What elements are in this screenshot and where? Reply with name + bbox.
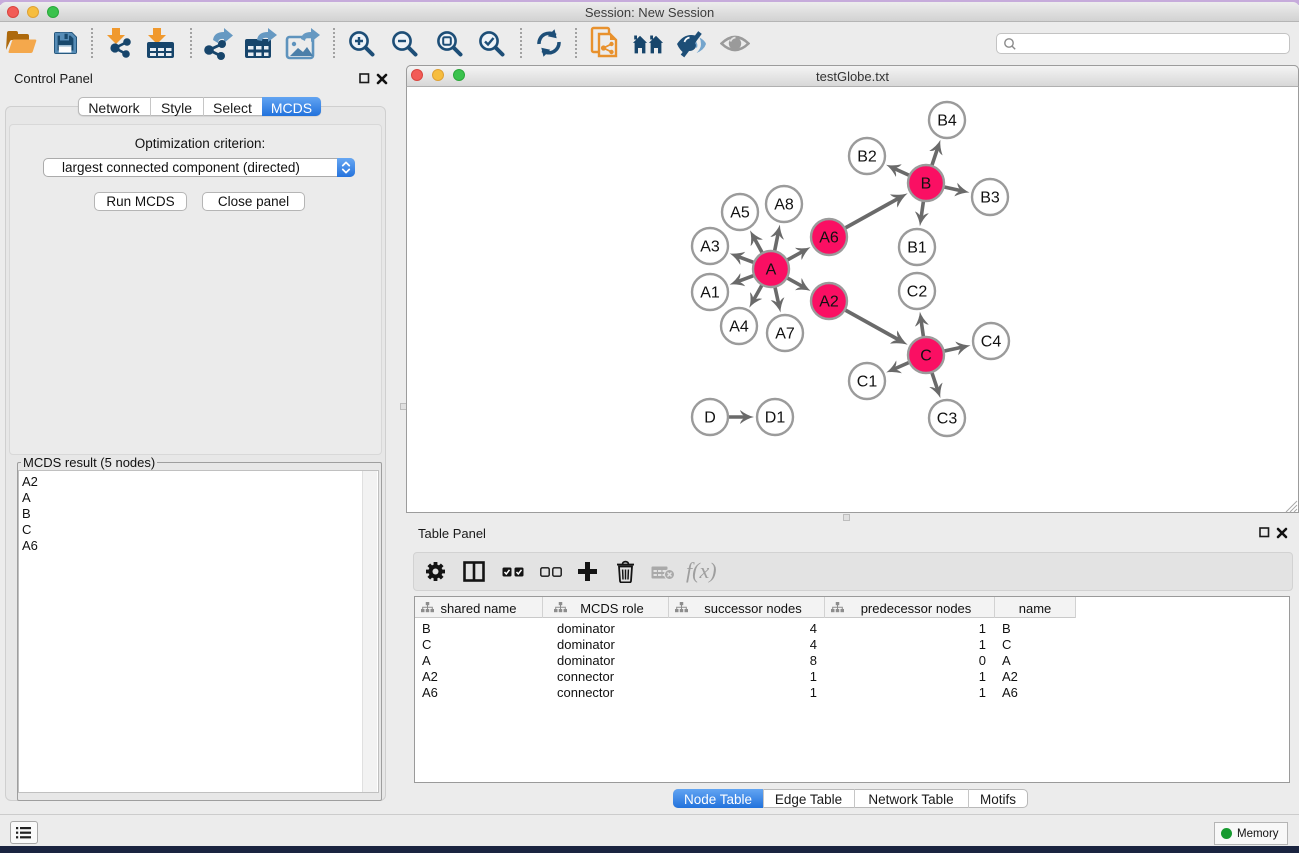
svg-text:D1: D1: [765, 410, 786, 427]
svg-text:B1: B1: [907, 240, 927, 257]
svg-text:C3: C3: [937, 411, 958, 428]
svg-text:A4: A4: [729, 319, 749, 336]
svg-text:A6: A6: [819, 230, 839, 247]
svg-text:C4: C4: [981, 334, 1002, 351]
svg-text:A8: A8: [774, 197, 794, 214]
svg-text:C: C: [920, 348, 932, 365]
svg-text:A2: A2: [819, 294, 839, 311]
svg-text:B: B: [921, 176, 932, 193]
svg-text:A: A: [766, 262, 777, 279]
svg-text:C1: C1: [857, 374, 878, 391]
svg-text:D: D: [704, 410, 716, 427]
svg-text:C2: C2: [907, 284, 928, 301]
svg-text:A5: A5: [730, 205, 750, 222]
svg-text:A1: A1: [700, 285, 720, 302]
svg-text:B3: B3: [980, 190, 1000, 207]
svg-text:B2: B2: [857, 149, 877, 166]
svg-text:A7: A7: [775, 326, 795, 343]
svg-text:B4: B4: [937, 113, 957, 130]
svg-text:A3: A3: [700, 239, 720, 256]
